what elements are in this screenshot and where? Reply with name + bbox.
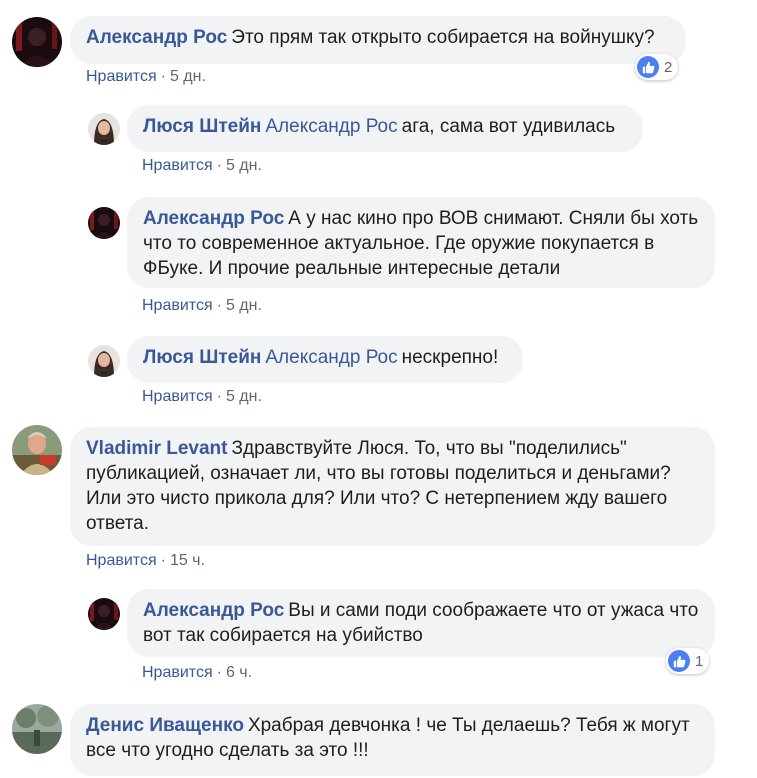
like-button[interactable]: Нравится (142, 297, 213, 314)
comment-time[interactable]: 5 дн. (226, 388, 262, 405)
comment-actions: Нравится · 5 дн. (86, 68, 206, 85)
comment-actions: Нравится · 15 ч. (86, 552, 205, 569)
like-button[interactable]: Нравится (142, 664, 213, 681)
avatar[interactable] (12, 425, 62, 475)
comment-author[interactable]: Денис Иващенко (86, 715, 244, 736)
mention-link[interactable]: Александр Рос (265, 116, 397, 137)
comment-author[interactable]: Александр Рос (143, 600, 284, 621)
reaction-count: 1 (695, 652, 704, 670)
comment-bubble: Vladimir Levant Здравствуйте Люся. То, чт… (70, 427, 715, 546)
comment-bubble: Александр Рос А у нас кино про ВОВ снимаю… (127, 197, 715, 288)
comment-bubble: Александр Рос Вы и сами поди соображаете … (127, 589, 715, 657)
avatar[interactable] (88, 113, 120, 145)
comment-author[interactable]: Люся Штейн (143, 116, 261, 137)
comment-bubble: Люся Штейн Александр Рос нескрепно! (127, 336, 523, 383)
thumbs-up-icon (668, 650, 690, 672)
avatar[interactable] (88, 345, 120, 377)
comment-time[interactable]: 15 ч. (170, 552, 205, 569)
like-button[interactable]: Нравится (86, 552, 157, 569)
like-button[interactable]: Нравится (142, 388, 213, 405)
comment-author[interactable]: Vladimir Levant (86, 438, 228, 459)
comment-bubble: Александр Рос Это прям так открыто собира… (70, 16, 686, 64)
mention-link[interactable]: Александр Рос (265, 347, 397, 368)
comment-actions: Нравится · 6 ч. (142, 664, 253, 681)
avatar[interactable] (12, 704, 62, 754)
comment-time[interactable]: 6 ч. (226, 664, 252, 681)
reaction-badge[interactable]: 2 (635, 54, 679, 80)
avatar[interactable] (88, 598, 120, 630)
comment-text: нескрепно! (401, 347, 499, 368)
like-button[interactable]: Нравится (86, 68, 157, 85)
comment-actions: Нравится · 5 дн. (142, 388, 262, 405)
comment-time[interactable]: 5 дн. (226, 297, 262, 314)
comment-text: ага, сама вот удивилась (401, 116, 616, 137)
comment-author[interactable]: Александр Рос (86, 27, 227, 48)
comment-text: Это прям так открыто собирается на войну… (231, 27, 655, 48)
like-button[interactable]: Нравится (142, 157, 213, 174)
comment-actions: Нравится · 5 дн. (142, 297, 262, 314)
avatar[interactable] (12, 17, 62, 67)
avatar[interactable] (88, 207, 120, 239)
thumbs-up-icon (637, 56, 659, 78)
comment-bubble: Денис Иващенко Храбрая девчонка ! че Ты д… (70, 704, 715, 776)
comment-time[interactable]: 5 дн. (226, 157, 262, 174)
comment-time[interactable]: 5 дн. (170, 68, 206, 85)
comment-bubble: Люся Штейн Александр Рос ага, сама вот уди… (127, 105, 643, 152)
comment-author[interactable]: Люся Штейн (143, 347, 261, 368)
reaction-count: 2 (664, 58, 673, 76)
comment-author[interactable]: Александр Рос (143, 208, 284, 229)
comment-actions: Нравится · 5 дн. (142, 157, 262, 174)
reaction-badge[interactable]: 1 (666, 648, 710, 674)
